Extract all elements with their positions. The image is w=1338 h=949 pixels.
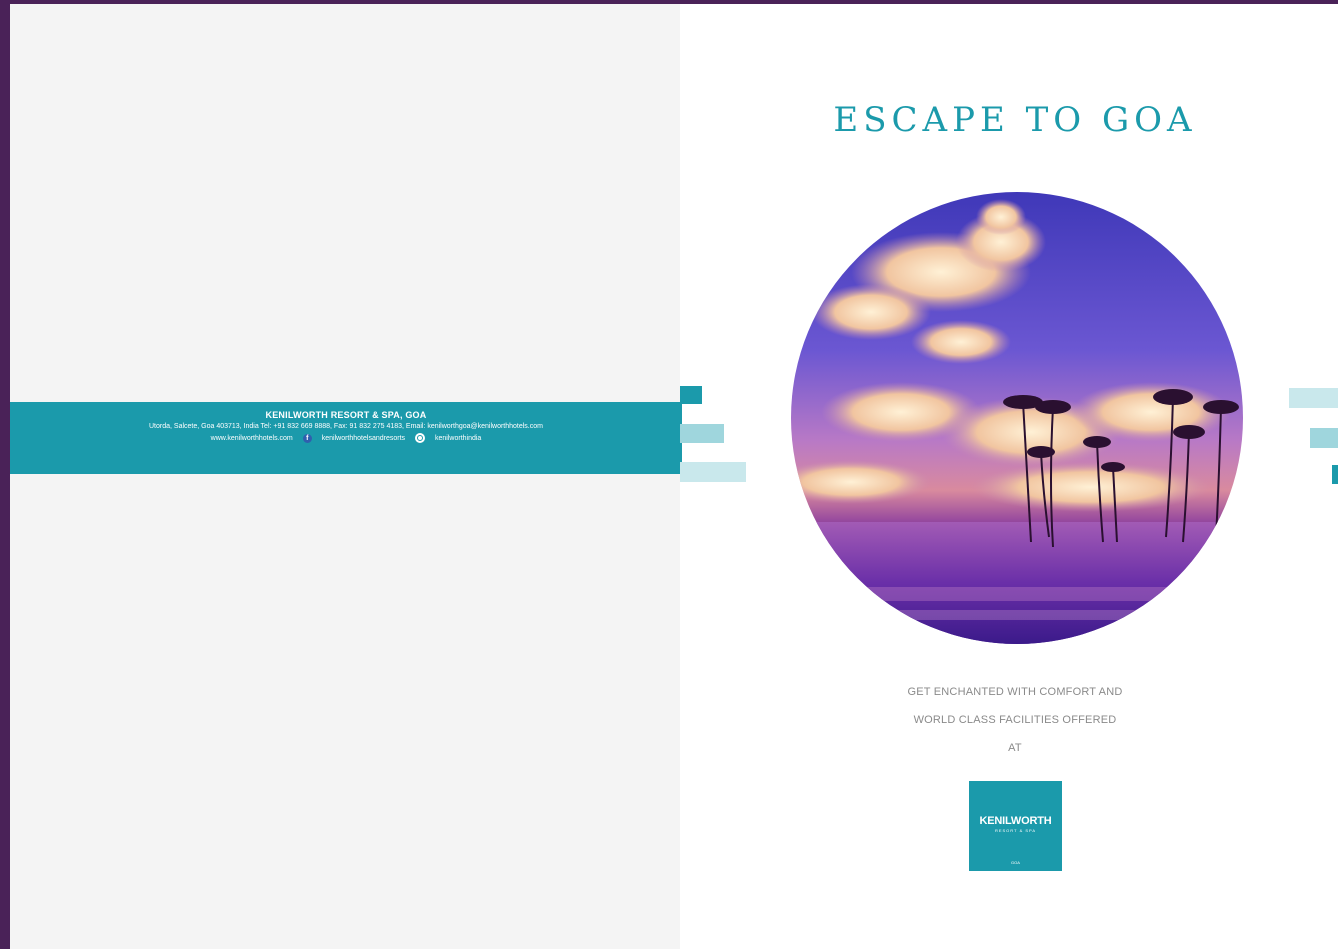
facebook-icon: f bbox=[302, 433, 312, 443]
logo-city: GOA bbox=[1011, 860, 1020, 865]
cover-title: ESCAPE TO GOA bbox=[833, 100, 1197, 140]
instagram-icon bbox=[415, 433, 426, 443]
social-row: www.kenilworthhotels.com f kenilworthhot… bbox=[10, 433, 682, 443]
decor-bar bbox=[680, 386, 702, 404]
tagline-line: AT bbox=[1008, 742, 1022, 754]
decor-bar bbox=[680, 424, 724, 443]
back-cover-page bbox=[10, 4, 680, 949]
hotel-name: KENILWORTH RESORT & SPA, GOA bbox=[265, 410, 427, 420]
decor-bar bbox=[1289, 388, 1338, 408]
tagline-line: GET ENCHANTED WITH COMFORT AND bbox=[907, 686, 1123, 698]
hotel-address: Utorda, Salcete, Goa 403713, India Tel: … bbox=[149, 423, 543, 430]
beach-sunset-photo bbox=[791, 192, 1243, 644]
logo-subtitle: RESORT & SPA bbox=[994, 828, 1037, 833]
instagram-handle[interactable]: kenilworthindia bbox=[435, 435, 481, 442]
decor-bar bbox=[1310, 428, 1338, 448]
kenilworth-logo: KENILWORTH RESORT & SPA GOA bbox=[969, 781, 1062, 871]
website-link[interactable]: www.kenilworthhotels.com bbox=[211, 435, 293, 442]
tagline: GET ENCHANTED WITH COMFORT AND WORLD CLA… bbox=[860, 678, 1170, 762]
logo-brand: KENILWORTH bbox=[979, 815, 1052, 827]
decor-bar bbox=[1332, 465, 1338, 484]
decor-bar bbox=[680, 462, 746, 482]
facebook-handle[interactable]: kenilworthhotelsandresorts bbox=[322, 435, 405, 442]
contact-band: KENILWORTH RESORT & SPA, GOA Utorda, Sal… bbox=[10, 402, 682, 474]
tagline-line: WORLD CLASS FACILITIES OFFERED bbox=[913, 714, 1117, 726]
